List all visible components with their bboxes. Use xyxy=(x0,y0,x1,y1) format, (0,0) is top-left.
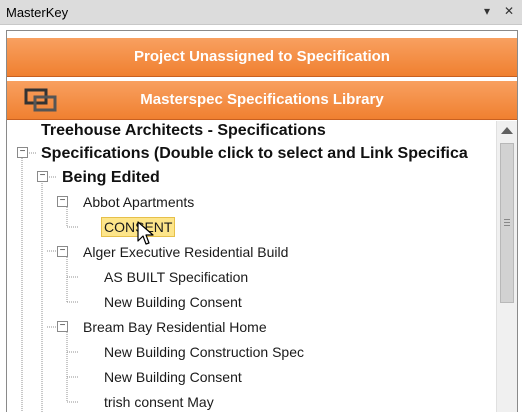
tree-vertical-scrollbar[interactable] xyxy=(496,121,517,412)
tree-node-being-edited[interactable]: Being Edited xyxy=(62,169,160,187)
tree-node-specifications[interactable]: Specifications (Double click to select a… xyxy=(41,145,468,163)
tree-project-abbot[interactable]: Abbot Apartments xyxy=(83,194,194,210)
collapse-abbot-toggle[interactable]: − xyxy=(57,196,68,207)
tree-project-bream[interactable]: Bream Bay Residential Home xyxy=(83,319,267,335)
collapse-being-edited-toggle[interactable]: − xyxy=(37,171,48,182)
window-title: MasterKey xyxy=(6,5,69,20)
mouse-pointer-icon xyxy=(137,221,154,245)
collapse-alger-toggle[interactable]: − xyxy=(57,246,68,257)
title-bar: MasterKey ▾ ✕ xyxy=(0,0,522,25)
masterspec-library-button[interactable]: Masterspec Specifications Library xyxy=(7,81,517,120)
project-unassigned-button[interactable]: Project Unassigned to Specification xyxy=(7,38,517,77)
masterkey-panel: Project Unassigned to Specification Mast… xyxy=(6,30,518,412)
masterspec-library-label: Masterspec Specifications Library xyxy=(140,91,384,108)
tree-connector-lines xyxy=(21,152,79,412)
tree-spec-new-building-construction[interactable]: New Building Construction Spec xyxy=(104,344,304,360)
tree-spec-trish-consent[interactable]: trish consent May xyxy=(104,394,214,410)
scroll-up-arrow-icon[interactable] xyxy=(501,127,513,134)
specifications-tree[interactable]: Treehouse Architects - Specifications − … xyxy=(7,121,491,412)
tree-root-title[interactable]: Treehouse Architects - Specifications xyxy=(41,122,326,140)
tree-spec-new-building-consent[interactable]: New Building Consent xyxy=(104,294,242,310)
tree-project-alger[interactable]: Alger Executive Residential Build xyxy=(83,244,288,260)
collapse-bream-toggle[interactable]: − xyxy=(57,321,68,332)
collapse-specifications-toggle[interactable]: − xyxy=(17,147,28,158)
dropdown-menu-icon[interactable]: ▾ xyxy=(480,4,494,18)
tree-spec-as-built[interactable]: AS BUILT Specification xyxy=(104,269,248,285)
scroll-thumb[interactable] xyxy=(500,143,514,303)
close-icon[interactable]: ✕ xyxy=(502,4,516,18)
window-controls: ▾ ✕ xyxy=(480,4,516,18)
tree-spec-new-building-consent-2[interactable]: New Building Consent xyxy=(104,369,242,385)
linked-windows-icon xyxy=(24,88,57,112)
